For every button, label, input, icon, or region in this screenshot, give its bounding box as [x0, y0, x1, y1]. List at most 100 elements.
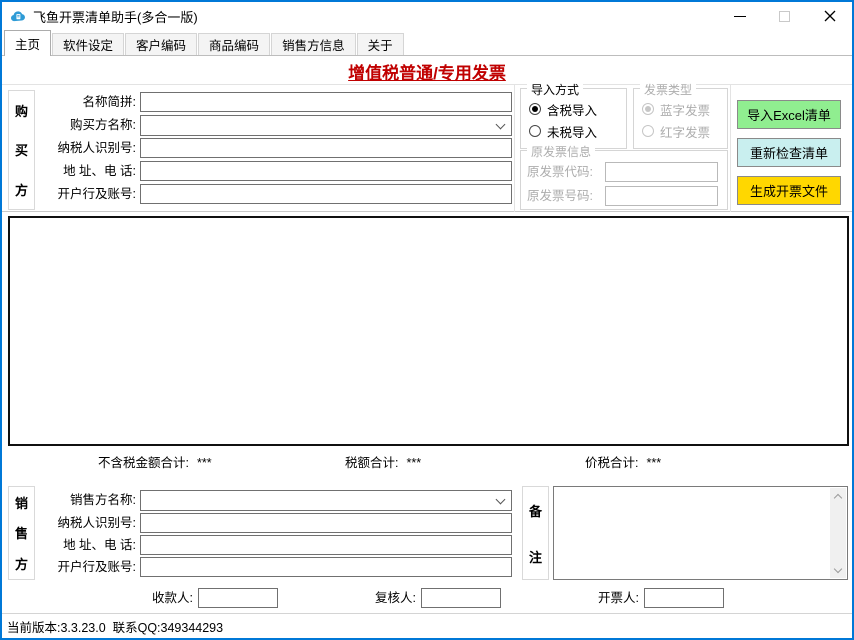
seller-char: 方 [14, 557, 28, 573]
seller-name-label: 销售方名称: [70, 493, 136, 507]
maximize-icon [779, 10, 790, 22]
option-label: 红字发票 [660, 125, 711, 140]
seller-taxid-input[interactable] [140, 513, 512, 533]
radio-checked-icon [529, 103, 541, 115]
seller-address-label: 地 址、电 话: [63, 538, 136, 552]
total-tax: 税额合计: *** [345, 452, 421, 471]
blue-invoice-option: 蓝字发票 [642, 99, 710, 119]
tab-product-codes[interactable]: 商品编码 [198, 33, 271, 55]
minimize-button[interactable] [717, 2, 762, 30]
original-invoice-groupbox: 原发票信息 原发票代码: 原发票号码: [520, 143, 728, 210]
tab-home[interactable]: 主页 [4, 30, 52, 56]
total-tax-value: *** [406, 456, 422, 470]
drawer-label: 开票人: [598, 591, 639, 605]
seller-char: 销 [14, 495, 28, 511]
total-tax-label: 税额合计: [345, 456, 399, 470]
original-invoice-number-label: 原发票号码: [527, 189, 593, 203]
seller-name-combobox[interactable] [140, 490, 512, 511]
seller-side-label: 销 售 方 [8, 486, 35, 580]
invoice-type-groupbox: 发票类型 蓝字发票 红字发票 [633, 81, 728, 149]
import-excel-button[interactable]: 导入Excel清单 [737, 100, 841, 129]
title-bar: 飞鱼开票清单助手(多合一版) [2, 2, 852, 30]
original-invoice-title: 原发票信息 [527, 143, 596, 160]
remark-textarea[interactable] [553, 486, 848, 580]
seller-address-input[interactable] [140, 535, 512, 555]
window-title: 飞鱼开票清单助手(多合一版) [33, 9, 198, 25]
window-controls [717, 2, 852, 30]
payee-input[interactable] [198, 588, 278, 608]
recheck-list-button[interactable]: 重新检查清单 [737, 138, 841, 167]
total-with-tax-label: 价税合计: [585, 456, 639, 470]
invoice-type-title: 发票类型 [640, 81, 697, 98]
radio-checked-disabled-icon [642, 103, 654, 115]
remark-char: 备 [528, 503, 542, 519]
tab-about[interactable]: 关于 [356, 33, 404, 55]
tab-software-settings[interactable]: 软件设定 [52, 33, 125, 55]
buyer-bank-input[interactable] [140, 184, 512, 204]
scroll-down-icon[interactable] [830, 562, 846, 578]
main-content: 增值税普通/专用发票 购 买 方 名称简拼: 购买方名称: 纳税人识别号: 地 … [2, 56, 852, 613]
cloud-app-icon [11, 10, 25, 21]
seller-char: 售 [14, 526, 28, 542]
maximize-button [762, 2, 807, 30]
close-button[interactable] [807, 2, 852, 30]
original-invoice-number-input [605, 186, 718, 206]
buyer-taxid-input[interactable] [140, 138, 512, 158]
radio-unchecked-disabled-icon [642, 125, 654, 137]
reviewer-input[interactable] [421, 588, 501, 608]
seller-bank-label: 开户行及账号: [57, 560, 136, 574]
remark-char: 注 [528, 549, 542, 565]
red-invoice-option: 红字发票 [642, 121, 710, 141]
tab-bar: 主页 软件设定 客户编码 商品编码 销售方信息 关于 [2, 30, 852, 56]
option-label: 蓝字发票 [660, 103, 711, 118]
seller-taxid-label: 纳税人识别号: [57, 516, 136, 530]
status-bar: 当前版本:3.3.23.0 联系QQ:349344293 [2, 613, 852, 638]
radio-unchecked-icon [529, 125, 541, 137]
scroll-up-icon[interactable] [830, 488, 846, 504]
total-with-tax-value: *** [646, 456, 662, 470]
chevron-down-icon [495, 494, 506, 505]
total-ex-tax-value: *** [196, 456, 212, 470]
buyer-name-label: 购买方名称: [70, 118, 136, 132]
payee-label: 收款人: [152, 591, 193, 605]
buyer-char: 方 [14, 182, 28, 198]
buyer-name-combobox[interactable] [140, 115, 512, 136]
remark-scrollbar[interactable] [830, 488, 846, 578]
original-invoice-code-label: 原发票代码: [527, 165, 593, 179]
total-with-tax: 价税合计: *** [585, 452, 661, 471]
tab-customer-codes[interactable]: 客户编码 [125, 33, 198, 55]
page-title: 增值税普通/专用发票 [348, 64, 506, 83]
buyer-pinyin-label: 名称简拼: [82, 95, 136, 109]
original-invoice-code-input [605, 162, 718, 182]
buyer-char: 购 [14, 104, 28, 120]
panel-divider [514, 84, 515, 212]
reviewer-label: 复核人: [375, 591, 416, 605]
total-ex-tax-label: 不含税金额合计: [98, 456, 189, 470]
seller-bank-input[interactable] [140, 557, 512, 577]
import-mode-groupbox: 导入方式 含税导入 未税导入 [520, 81, 627, 149]
tab-seller-info[interactable]: 销售方信息 [271, 33, 356, 55]
minimize-icon [733, 15, 746, 17]
buyer-char: 买 [14, 143, 28, 159]
invoice-list-panel[interactable] [8, 216, 849, 446]
panel-divider [730, 84, 731, 212]
generate-invoice-file-button[interactable]: 生成开票文件 [737, 176, 841, 205]
app-window: 飞鱼开票清单助手(多合一版) 主页 软件设定 客户编码 商品编码 销售方信息 关… [0, 0, 854, 640]
import-with-tax-option[interactable]: 含税导入 [529, 99, 597, 119]
buyer-bank-label: 开户行及账号: [57, 187, 136, 201]
buyer-address-input[interactable] [140, 161, 512, 181]
option-label: 未税导入 [547, 125, 598, 140]
import-mode-title: 导入方式 [527, 81, 584, 98]
buyer-taxid-label: 纳税人识别号: [57, 141, 136, 155]
import-without-tax-option[interactable]: 未税导入 [529, 121, 597, 141]
chevron-down-icon [495, 119, 506, 130]
close-icon [824, 10, 835, 22]
buyer-address-label: 地 址、电 话: [63, 164, 136, 178]
version-text: 当前版本:3.3.23.0 联系QQ:349344293 [7, 620, 224, 635]
remark-side-label: 备 注 [522, 486, 549, 580]
buyer-side-label: 购 买 方 [8, 90, 35, 210]
option-label: 含税导入 [547, 103, 598, 118]
buyer-pinyin-input[interactable] [140, 92, 512, 112]
total-ex-tax: 不含税金额合计: *** [98, 452, 212, 471]
drawer-input[interactable] [644, 588, 724, 608]
